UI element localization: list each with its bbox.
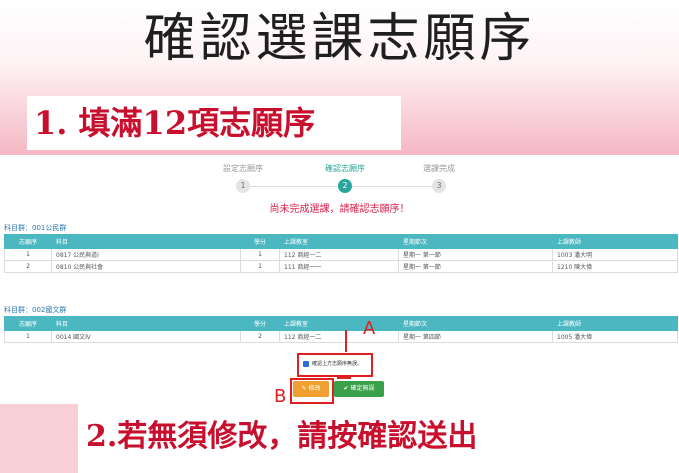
col-period: 星期節次 [398, 234, 553, 249]
confirm-checkbox-label: 確認上方志願序無誤。 [312, 361, 363, 367]
cell-credits: 1 [240, 248, 280, 261]
table-header-row: 志願序 科目 學分 上課教室 星期節次 上課教師 [4, 234, 678, 249]
cell-subject: 0810 公民與社會 [51, 260, 241, 273]
col-credits: 學分 [240, 316, 280, 331]
cell-credits: 1 [240, 260, 280, 273]
cell-classroom: 112 商經一二 [279, 330, 399, 343]
col-classroom: 上課教室 [279, 316, 399, 331]
edit-button[interactable]: ✎ 修改 [293, 381, 329, 397]
wizard-connector-2 [352, 186, 432, 187]
step2-instruction: 2.若無須修改，請按確認送出 [86, 419, 478, 454]
table-row: 1 0014 國文Ⅳ 2 112 商經一二 星期一 第四節 1005 潘大偉 [4, 330, 678, 343]
section-title-civics: 科目群：001公民群 [4, 224, 67, 232]
step1-instruction: 1. 填滿12項志願序 [34, 104, 316, 142]
col-credits: 學分 [240, 234, 280, 249]
cell-preference: 1 [4, 330, 52, 343]
table-row: 2 0810 公民與社會 1 111 商經一一 星期一 第一節 1210 陳大偉 [4, 260, 678, 273]
table-header-row: 志願序 科目 學分 上課教室 星期節次 上課教師 [4, 316, 678, 331]
annotation-arrow-b [337, 377, 351, 379]
cell-classroom: 111 商經一一 [279, 260, 399, 273]
chinese-course-table: 志願序 科目 學分 上課教室 星期節次 上課教師 1 0014 國文Ⅳ 2 11… [4, 316, 678, 343]
col-subject: 科目 [51, 234, 241, 249]
confirm-checkbox-row[interactable]: 確認上方志願序無誤。 [297, 353, 373, 377]
cell-subject: 0014 國文Ⅳ [51, 330, 241, 343]
cell-period: 星期一 第一節 [398, 248, 553, 261]
wizard-step-1-circle: 1 [236, 179, 250, 193]
wizard-step-1-label: 設定志願序 [223, 164, 263, 173]
cell-subject: 0817 公民與道Ⅰ [51, 248, 241, 261]
annotation-marker-a: A [363, 318, 376, 339]
cell-classroom: 112 商經一二 [279, 248, 399, 261]
wizard-connector-1 [248, 186, 338, 187]
wizard-step-2-label: 確認志願序 [325, 164, 365, 173]
wizard-step-3-label: 選課完成 [423, 164, 455, 173]
cell-credits: 2 [240, 330, 280, 343]
cell-period: 星期一 第一節 [398, 260, 553, 273]
table-row: 1 0817 公民與道Ⅰ 1 112 商經一二 星期一 第一節 1003 潘大明 [4, 248, 678, 261]
incomplete-warning: 尚未完成選課，請確認志願序！ [269, 204, 410, 215]
civics-course-table: 志願序 科目 學分 上課教室 星期節次 上課教師 1 0817 公民與道Ⅰ 1 … [4, 234, 678, 273]
cell-teacher: 1005 潘大偉 [552, 330, 678, 343]
section-title-chinese: 科目群：002國文群 [4, 306, 67, 314]
col-period: 星期節次 [398, 316, 553, 331]
col-preference: 志願序 [4, 316, 52, 331]
cell-preference: 1 [4, 248, 52, 261]
cell-teacher: 1210 陳大偉 [552, 260, 678, 273]
page-title: 確認選課志願序 [143, 9, 536, 69]
col-teacher: 上課教師 [552, 234, 678, 249]
wizard-step-3-circle: 3 [432, 179, 446, 193]
col-subject: 科目 [51, 316, 241, 331]
col-classroom: 上課教室 [279, 234, 399, 249]
col-teacher: 上課教師 [552, 316, 678, 331]
confirm-checkbox[interactable] [303, 361, 309, 367]
cell-period: 星期一 第四節 [398, 330, 553, 343]
cell-preference: 2 [4, 260, 52, 273]
wizard-step-2-circle: 2 [338, 179, 352, 193]
confirm-submit-button[interactable]: ✔ 確定無誤 [334, 381, 384, 397]
cell-teacher: 1003 潘大明 [552, 248, 678, 261]
annotation-arrow-a [345, 330, 347, 352]
col-preference: 志願序 [4, 234, 52, 249]
screenshot-panel: 設定志願序 1 確認志願序 2 選課完成 3 尚未完成選課，請確認志願序！ 科目… [0, 155, 679, 407]
